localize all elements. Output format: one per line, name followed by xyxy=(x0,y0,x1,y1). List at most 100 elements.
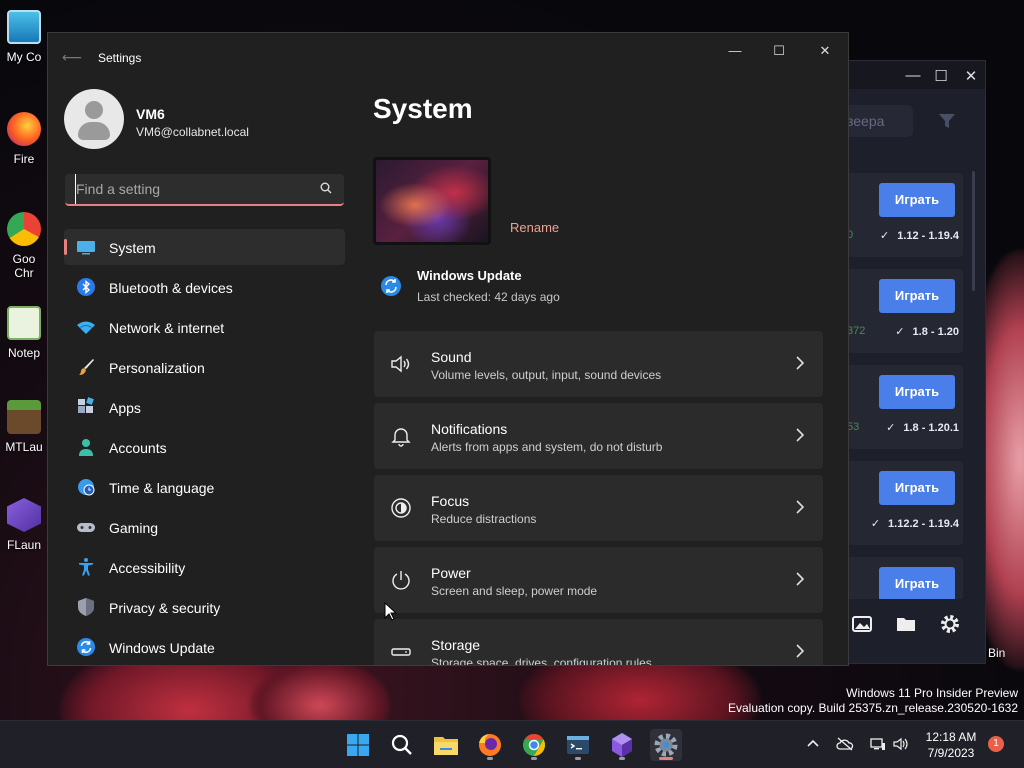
search-input[interactable] xyxy=(75,174,315,204)
nav-item-personalization[interactable]: Personalization xyxy=(64,349,345,385)
nav-item-privacy-security[interactable]: Privacy & security xyxy=(64,589,345,625)
launcher-server-card[interactable]: Играть 53 ✓ 1.8 - 1.20.1 xyxy=(847,365,963,449)
version-text: 1.8 - 1.20.1 xyxy=(903,422,959,434)
nav-item-apps[interactable]: Apps xyxy=(64,389,345,425)
check-icon: ✓ xyxy=(880,230,890,242)
nav-item-accessibility[interactable]: Accessibility xyxy=(64,549,345,585)
settings-search[interactable] xyxy=(65,174,344,206)
nav-item-network[interactable]: Network & internet xyxy=(64,309,345,345)
desktop-icon-my-computer[interactable]: My Co xyxy=(2,10,46,64)
gear-icon[interactable] xyxy=(939,613,961,641)
card-title: Notifications xyxy=(431,421,508,437)
taskbar-search-button[interactable] xyxy=(386,729,418,761)
running-indicator xyxy=(531,757,537,760)
chevron-up-icon[interactable] xyxy=(806,737,820,754)
nav-item-bluetooth[interactable]: Bluetooth & devices xyxy=(64,269,345,305)
back-arrow-icon[interactable]: ⟵ xyxy=(62,49,82,66)
settings-card-sound[interactable]: Sound Volume levels, output, input, soun… xyxy=(374,331,823,397)
taskbar-chrome[interactable] xyxy=(518,729,550,761)
user-email: VM6@collabnet.local xyxy=(136,125,249,139)
chrome-icon xyxy=(7,212,41,246)
taskbar-terminal[interactable] xyxy=(562,729,594,761)
settings-card-storage[interactable]: Storage Storage space, drives, configura… xyxy=(374,619,823,665)
desktop-icon-chrome[interactable]: Goo Chr xyxy=(2,212,46,280)
bell-icon xyxy=(391,428,411,447)
search-icon[interactable] xyxy=(320,182,332,194)
notification-badge[interactable]: 1 xyxy=(988,736,1004,752)
settings-content: System Rename Windows Update Last checke… xyxy=(373,33,848,665)
card-title: Sound xyxy=(431,349,472,365)
storage-icon xyxy=(391,648,411,656)
watermark-line: Evaluation copy. Build 25375.zn_release.… xyxy=(728,701,1018,715)
nav-label: Apps xyxy=(109,400,141,416)
taskbar: 12:18 AM 7/9/2023 1 xyxy=(0,720,1024,768)
maximize-icon[interactable]: ☐ xyxy=(931,67,951,85)
nav-label: System xyxy=(109,240,156,256)
cloud-off-icon[interactable] xyxy=(836,737,854,754)
nav-item-gaming[interactable]: Gaming xyxy=(64,509,345,545)
monitor-icon xyxy=(77,241,95,255)
taskbar-firefox[interactable] xyxy=(474,729,506,761)
avatar[interactable] xyxy=(64,89,124,149)
filter-icon[interactable] xyxy=(937,111,957,131)
launcher-server-card[interactable]: Играть 0 ✓ 1.12 - 1.19.4 xyxy=(847,173,963,257)
image-icon[interactable] xyxy=(851,613,873,641)
desktop-icon-recycle-bin-label[interactable]: Bin xyxy=(988,646,1005,660)
card-title: Power xyxy=(431,565,471,581)
version-range: ✓ 1.12.2 - 1.19.4 xyxy=(871,517,959,530)
desktop-background-thumbnail[interactable] xyxy=(373,157,491,245)
desktop-icon-mtlauncher[interactable]: MTLau xyxy=(2,400,46,454)
nav-label: Accessibility xyxy=(109,560,186,576)
play-button[interactable]: Играть xyxy=(879,279,955,313)
minimize-icon[interactable]: — xyxy=(903,67,923,84)
shield-icon xyxy=(78,598,94,616)
windows-update-title[interactable]: Windows Update xyxy=(417,268,522,283)
wifi-icon xyxy=(77,321,95,334)
taskbar-file-explorer[interactable] xyxy=(430,729,462,761)
launcher-window[interactable]: — ☐ ✕ зеера Играть 0 ✓ 1.12 - 1.19.4 Игра… xyxy=(840,60,986,664)
launcher-server-card[interactable]: Играть ✓ 1.12.2 - 1.19.4 xyxy=(847,461,963,545)
start-button[interactable] xyxy=(342,729,374,761)
settings-card-focus[interactable]: Focus Reduce distractions xyxy=(374,475,823,541)
computer-icon xyxy=(7,10,41,44)
play-button[interactable]: Играть xyxy=(879,375,955,409)
rename-link[interactable]: Rename xyxy=(510,220,559,235)
desktop-icon-firefox[interactable]: Fire xyxy=(2,112,46,166)
nav-label: Bluetooth & devices xyxy=(109,280,233,296)
settings-nav: System Bluetooth & devices Network & int… xyxy=(64,229,345,665)
play-button[interactable]: Играть xyxy=(879,183,955,217)
play-button[interactable]: Играть xyxy=(879,471,955,505)
person-icon xyxy=(79,439,93,456)
nav-item-accounts[interactable]: Accounts xyxy=(64,429,345,465)
nav-item-windows-update[interactable]: Windows Update xyxy=(64,629,345,665)
launcher-search-input[interactable]: зеера xyxy=(841,105,913,137)
windows-update-icon[interactable] xyxy=(380,275,402,297)
folder-icon[interactable] xyxy=(895,613,917,641)
card-subtitle: Reduce distractions xyxy=(431,512,537,526)
running-indicator xyxy=(619,757,625,760)
taskbar-settings[interactable] xyxy=(650,729,682,761)
network-icon[interactable] xyxy=(870,737,886,754)
chevron-right-icon xyxy=(796,356,805,370)
desktop-icon-notepad[interactable]: Notep xyxy=(2,306,46,360)
nav-item-time-language[interactable]: Time & language xyxy=(64,469,345,505)
nav-item-system[interactable]: System xyxy=(64,229,345,265)
card-subtitle: Screen and sleep, power mode xyxy=(431,584,598,598)
close-icon[interactable]: ✕ xyxy=(961,67,981,85)
card-subtitle: Volume levels, output, input, sound devi… xyxy=(431,368,662,382)
settings-card-notifications[interactable]: Notifications Alerts from apps and syste… xyxy=(374,403,823,469)
volume-icon[interactable] xyxy=(893,737,909,754)
launcher-server-card[interactable]: Играть xyxy=(847,557,963,601)
settings-window[interactable]: ⟵ Settings — ☐ ✕ VM6 VM6@collabnet.local… xyxy=(47,32,849,666)
player-count: 372 xyxy=(847,325,866,337)
settings-card-power[interactable]: Power Screen and sleep, power mode xyxy=(374,547,823,613)
search-icon xyxy=(391,734,412,755)
launcher-server-card[interactable]: Играть 372 ✓ 1.8 - 1.20 xyxy=(847,269,963,353)
check-icon: ✓ xyxy=(870,518,881,530)
taskbar-flauncher[interactable] xyxy=(606,729,638,761)
launcher-scrollbar[interactable] xyxy=(972,171,975,291)
desktop-icon-flauncher[interactable]: FLaun xyxy=(2,498,46,552)
taskbar-clock[interactable]: 12:18 AM 7/9/2023 xyxy=(918,729,984,761)
play-button[interactable]: Играть xyxy=(879,567,955,601)
nav-label: Network & internet xyxy=(109,320,225,336)
